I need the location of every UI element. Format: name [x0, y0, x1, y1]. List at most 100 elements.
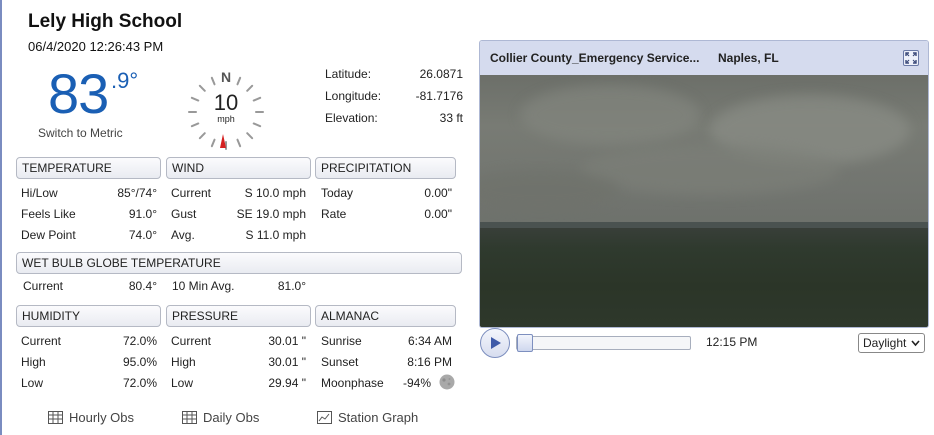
row-label: Low: [21, 376, 44, 390]
humidity-current-row: Current 72.0%: [21, 333, 157, 349]
longitude-row: Longitude: -81.7176: [325, 89, 463, 111]
longitude-value: -81.7176: [415, 89, 463, 103]
row-label: Current: [171, 334, 212, 348]
current-temperature-decimal: .9°: [111, 68, 139, 93]
compass-tick: [198, 132, 206, 140]
webcam-panel: Collier County_Emergency Service... Napl…: [479, 40, 929, 328]
wind-speed-unit: mph: [217, 114, 235, 124]
compass-dial-icon: N 10 mph: [188, 69, 264, 150]
precipitation-today-row: Today 0.00": [321, 185, 452, 201]
compass-tick: [210, 76, 216, 86]
compass-tick: [246, 84, 254, 92]
wind-current-row: Current S 10.0 mph: [171, 185, 306, 201]
row-value: 30.01 ": [268, 355, 306, 369]
webcam-image[interactable]: [480, 75, 928, 327]
station-graph-label: Station Graph: [338, 410, 419, 425]
wind-speed-value: 10: [214, 90, 238, 115]
daily-obs-link[interactable]: Daily Obs: [182, 410, 259, 425]
row-label: Current: [23, 279, 64, 293]
almanac-sunset-row: Sunset 8:16 PM: [321, 354, 452, 370]
compass-tick: [246, 132, 254, 140]
row-label: Low: [171, 376, 194, 390]
wind-gust-row: Gust SE 19.0 mph: [171, 206, 306, 222]
moon-phase-icon: [439, 374, 455, 390]
compass-tick: [252, 122, 262, 128]
row-label: Current: [21, 334, 62, 348]
row-label: Gust: [171, 207, 197, 221]
timeline-scrubber[interactable]: [516, 336, 691, 350]
webcam-frame-time: 12:15 PM: [706, 335, 758, 349]
row-value: 0.00": [424, 186, 452, 200]
hourly-obs-label: Hourly Obs: [69, 410, 135, 425]
row-value: 30.01 ": [268, 334, 306, 348]
row-label: High: [21, 355, 46, 369]
webcam-location: Naples, FL: [718, 51, 779, 65]
station-location-info: Latitude: 26.0871 Longitude: -81.7176 Elev…: [325, 67, 463, 133]
compass-tick: [210, 138, 216, 148]
row-value: 0.00": [424, 207, 452, 221]
elevation-row: Elevation: 33 ft: [325, 111, 463, 133]
almanac-sunrise-row: Sunrise 6:34 AM: [321, 333, 452, 349]
wind-avg-row: Avg. S 11.0 mph: [171, 227, 306, 243]
play-icon: [491, 337, 501, 349]
almanac-moonphase-row: Moonphase -94%: [321, 375, 431, 391]
play-button[interactable]: [480, 328, 510, 358]
daylight-mode-select[interactable]: Daylight: [858, 333, 925, 353]
humidity-low-row: Low 72.0%: [21, 375, 157, 391]
temperature-section-header: TEMPERATURE: [16, 157, 161, 179]
pressure-section-header: PRESSURE: [166, 305, 311, 327]
row-value: 95.0%: [122, 355, 157, 369]
row-label: High: [171, 355, 196, 369]
latitude-row: Latitude: 26.0871: [325, 67, 463, 89]
table-icon: [48, 411, 63, 424]
longitude-label: Longitude:: [325, 89, 382, 103]
humidity-high-row: High 95.0%: [21, 354, 157, 370]
row-label: Feels Like: [21, 207, 76, 221]
row-value: 80.4°: [128, 279, 157, 293]
latitude-value: 26.0871: [419, 67, 463, 81]
chevron-down-icon: [911, 340, 920, 347]
pressure-current-row: Current 30.01 ": [171, 333, 306, 349]
row-label: Sunrise: [321, 334, 362, 348]
expand-icon[interactable]: [903, 50, 919, 66]
webcam-title: Collier County_Emergency Service...: [490, 51, 700, 65]
row-label: Hi/Low: [21, 186, 58, 200]
station-graph-link[interactable]: Station Graph: [317, 410, 418, 425]
temperature-dew-point-row: Dew Point 74.0°: [21, 227, 157, 243]
almanac-section-header: ALMANAC: [315, 305, 456, 327]
humidity-section-header: HUMIDITY: [16, 305, 161, 327]
station-name: Lely High School: [28, 11, 183, 32]
row-label: Sunset: [321, 355, 359, 369]
daily-obs-label: Daily Obs: [203, 410, 260, 425]
compass-tick: [190, 96, 200, 102]
observation-datetime: 06/4/2020 12:26:43 PM: [28, 39, 164, 54]
row-value: -94%: [402, 376, 431, 390]
elevation-label: Elevation:: [325, 111, 378, 125]
line-graph-icon: [317, 411, 332, 424]
scrubber-handle[interactable]: [517, 334, 533, 352]
row-value: 91.0°: [128, 207, 157, 221]
precipitation-rate-row: Rate 0.00": [321, 206, 452, 222]
current-temperature: 83: [48, 62, 109, 125]
switch-to-metric-link[interactable]: Switch to Metric: [38, 126, 123, 140]
compass-tick: [190, 122, 200, 128]
wbgt-10min-avg-row: 10 Min Avg. 81.0°: [172, 278, 306, 294]
wind-section-header: WIND: [166, 157, 311, 179]
hourly-obs-link[interactable]: Hourly Obs: [48, 410, 134, 425]
compass-tick: [198, 84, 206, 92]
temperature-hilow-row: Hi/Low 85°/74°: [21, 185, 157, 201]
row-value: SE 19.0 mph: [236, 207, 306, 221]
pressure-low-row: Low 29.94 ": [171, 375, 306, 391]
elevation-value: 33 ft: [439, 111, 463, 125]
webcam-ground: [480, 222, 928, 327]
row-value: S 10.0 mph: [244, 186, 306, 200]
row-label: Avg.: [171, 228, 195, 242]
row-label: Rate: [321, 207, 347, 221]
row-value: 29.94 ": [268, 376, 306, 390]
wind-direction-arrow-icon: [220, 134, 226, 148]
row-label: 10 Min Avg.: [172, 279, 235, 293]
row-label: Today: [321, 186, 354, 200]
row-label: Dew Point: [21, 228, 76, 242]
row-label: Current: [171, 186, 212, 200]
pressure-high-row: High 30.01 ": [171, 354, 306, 370]
